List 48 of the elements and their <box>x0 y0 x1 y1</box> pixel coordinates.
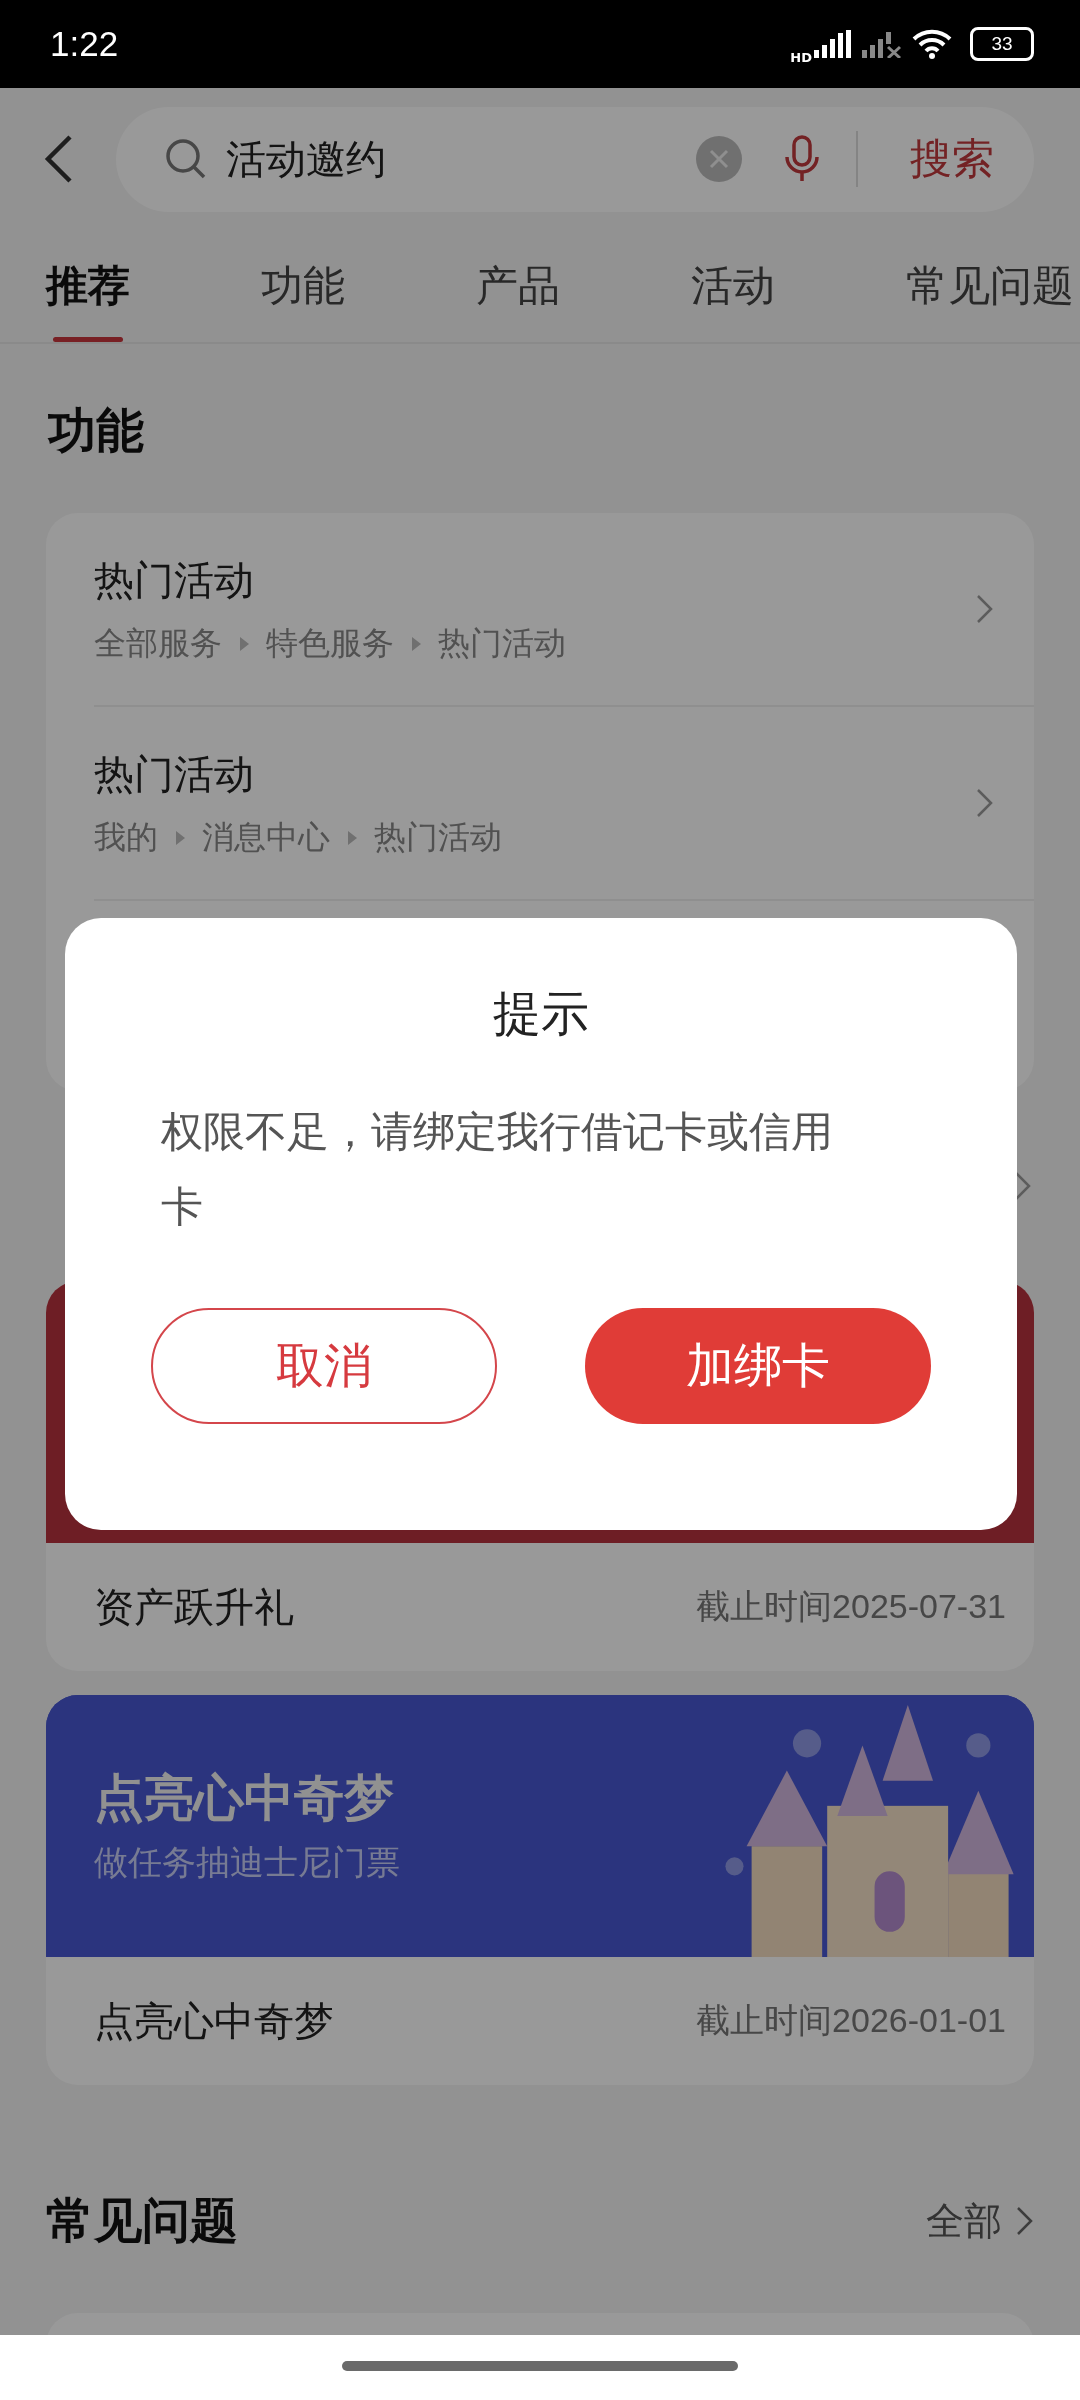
chevron-right-icon <box>976 788 994 818</box>
no-signal-icon <box>862 30 902 58</box>
breadcrumb-item: 我的 <box>94 816 158 858</box>
cancel-button[interactable]: 取消 <box>151 1308 497 1424</box>
signal-label: HD <box>790 49 812 65</box>
view-all-link[interactable]: 全部 <box>926 2195 1002 2247</box>
chevron-right-icon[interactable] <box>1014 1171 1032 1201</box>
breadcrumb-arrow-icon <box>410 635 422 652</box>
breadcrumb-item: 热门活动 <box>374 816 502 858</box>
tab[interactable]: 活动 <box>691 230 775 342</box>
breadcrumb-item: 特色服务 <box>266 622 394 664</box>
battery-icon: 33 <box>970 27 1034 61</box>
activity-deadline: 截止时间2025-07-31 <box>696 1586 1006 1627</box>
function-item[interactable]: 热门活动 全部服务 特色服务 热门活动 <box>94 513 1034 707</box>
breadcrumb-arrow-icon <box>346 829 358 846</box>
tab[interactable]: 推荐 <box>46 230 130 342</box>
search-icon <box>164 137 208 181</box>
function-title: 热门活动 <box>94 555 255 605</box>
chevron-right-icon <box>976 594 994 624</box>
chevron-right-icon <box>1016 2206 1034 2236</box>
tab[interactable]: 功能 <box>261 230 345 342</box>
confirm-button[interactable]: 加绑卡 <box>585 1308 931 1424</box>
tab[interactable]: 产品 <box>476 230 560 342</box>
banner-subtitle: 做任务抽迪士尼门票 <box>94 1841 401 1884</box>
dialog-title: 提示 <box>493 984 589 1043</box>
breadcrumb-arrow-icon <box>174 829 186 846</box>
activity-title: 点亮心中奇梦 <box>94 1996 334 2046</box>
breadcrumb-arrow-icon <box>238 635 250 652</box>
wifi-icon <box>912 29 952 59</box>
search-button[interactable]: 搜索 <box>894 131 994 187</box>
tab[interactable]: 常见问题 <box>906 230 1074 342</box>
breadcrumb-item: 全部服务 <box>94 622 222 664</box>
section-title: 功能 <box>48 401 145 460</box>
dialog-message: 权限不足，请绑定我行借记卡或信用卡 <box>160 1106 834 1233</box>
function-item[interactable]: 热门活动 我的 消息中心 热门活动 <box>94 707 1034 901</box>
activity-card[interactable]: 点亮心中奇梦 做任务抽迪士尼门票 点亮心中奇梦 截止时间2026-01-01 <box>46 1695 1034 2085</box>
breadcrumb-item: 消息中心 <box>202 816 330 858</box>
search-field[interactable]: 活动邀约 搜索 <box>116 106 1034 212</box>
function-title: 热门活动 <box>94 749 255 799</box>
back-icon[interactable] <box>44 134 74 184</box>
breadcrumb-item: 热门活动 <box>438 622 566 664</box>
banner-headline: 点亮心中奇梦 <box>94 1768 395 1829</box>
microphone-icon[interactable] <box>784 135 820 183</box>
signal-icon <box>814 30 852 58</box>
activity-title: 资产跃升礼 <box>94 1582 294 1632</box>
section-title: 常见问题 <box>46 2191 239 2250</box>
activity-deadline: 截止时间2026-01-01 <box>696 2000 1006 2041</box>
status-time: 1:22 <box>50 24 119 64</box>
